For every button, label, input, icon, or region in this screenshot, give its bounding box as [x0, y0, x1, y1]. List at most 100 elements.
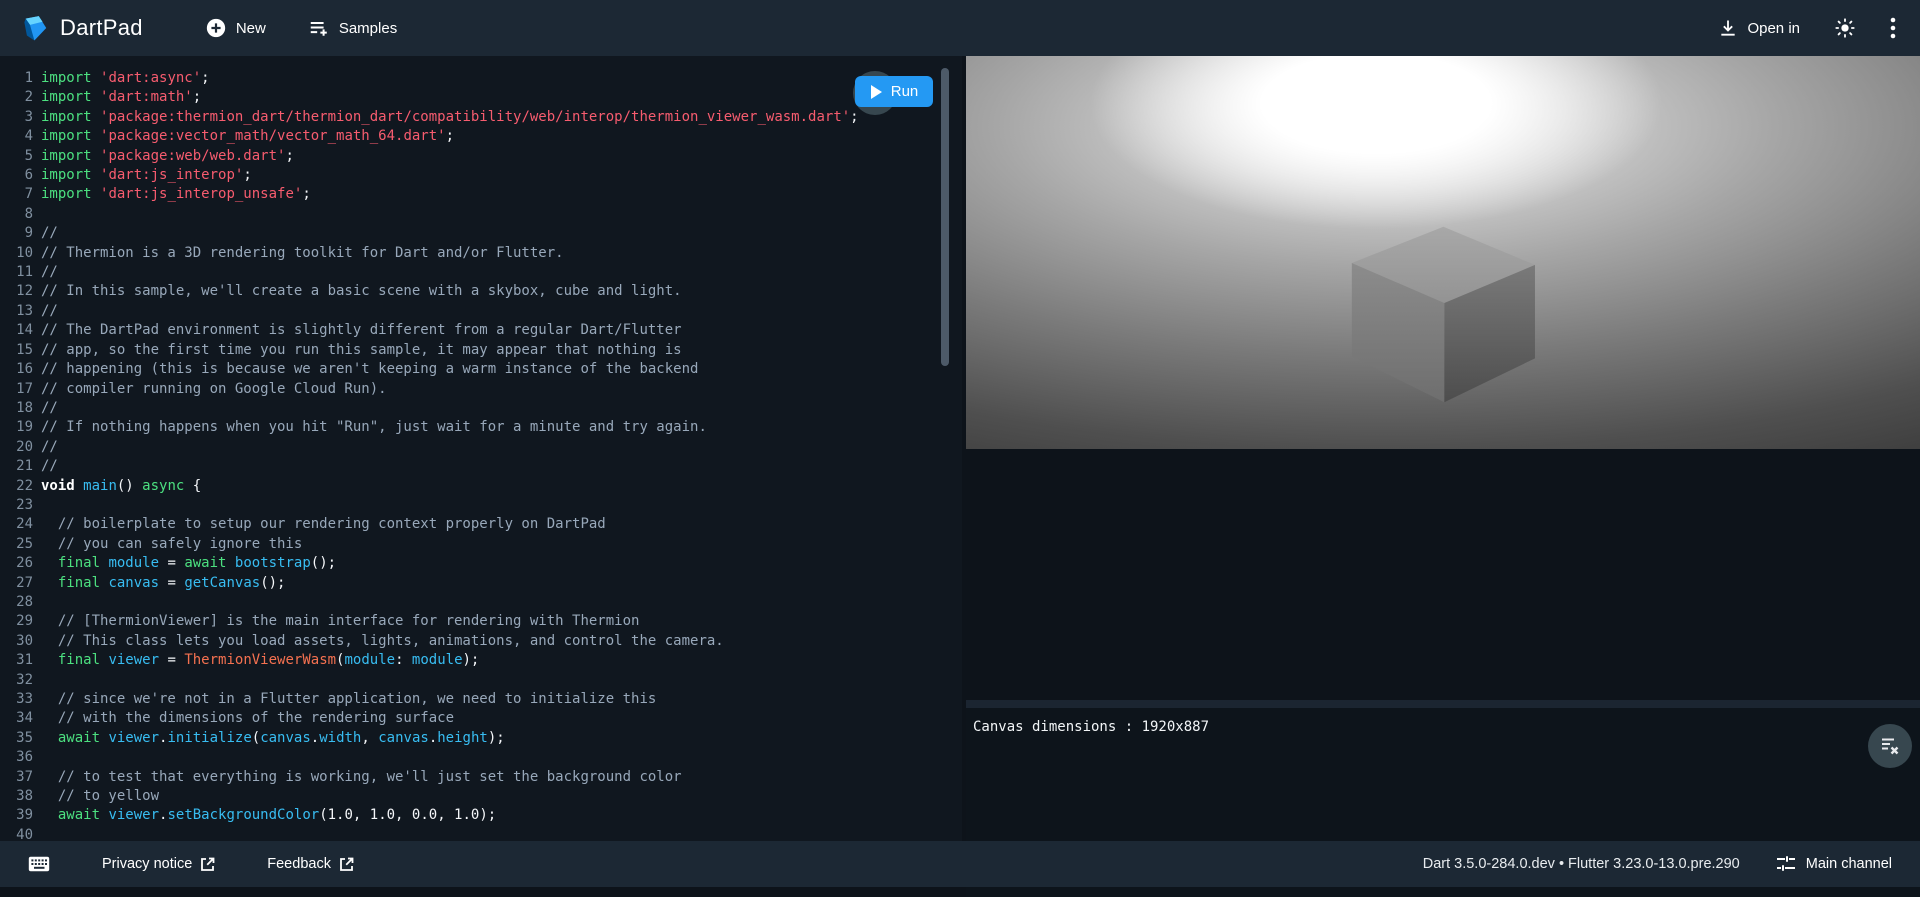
code-line: 40: [0, 826, 962, 841]
line-number: 29: [0, 612, 33, 631]
line-number: 11: [0, 263, 33, 282]
open-in-new-icon: [339, 857, 354, 872]
line-number: 3: [0, 108, 33, 127]
line-number: 18: [0, 399, 33, 418]
brightness-sun-icon: [1834, 17, 1856, 39]
code-editor[interactable]: 1import 'dart:async';2import 'dart:math'…: [0, 56, 962, 841]
line-number: 12: [0, 282, 33, 301]
code-line: 19// If nothing happens when you hit "Ru…: [0, 418, 962, 437]
line-number: 27: [0, 574, 33, 593]
new-button[interactable]: New: [205, 17, 266, 39]
keyboard-shortcuts-button[interactable]: [28, 856, 50, 872]
code-line: 36: [0, 748, 962, 767]
line-number: 6: [0, 166, 33, 185]
open-in-button[interactable]: Open in: [1718, 18, 1800, 38]
editor-scrollbar-thumb[interactable]: [941, 68, 949, 366]
channel-label: Main channel: [1806, 856, 1892, 872]
code-line: 34 // with the dimensions of the renderi…: [0, 709, 962, 728]
samples-button-label: Samples: [339, 20, 397, 37]
code-editor-pane[interactable]: 1import 'dart:async';2import 'dart:math'…: [0, 56, 962, 841]
line-number: 13: [0, 302, 33, 321]
clear-console-button[interactable]: [1868, 724, 1912, 768]
line-number: 36: [0, 748, 33, 767]
code-line: 25 // you can safely ignore this: [0, 535, 962, 554]
code-line: 7import 'dart:js_interop_unsafe';: [0, 185, 962, 204]
code-line: 23: [0, 496, 962, 515]
code-line: 21//: [0, 457, 962, 476]
code-line: 2import 'dart:math';: [0, 88, 962, 107]
line-number: 40: [0, 826, 33, 841]
code-line: 18//: [0, 399, 962, 418]
line-number: 2: [0, 88, 33, 107]
line-number: 39: [0, 806, 33, 825]
line-number: 17: [0, 380, 33, 399]
line-number: 4: [0, 127, 33, 146]
code-line: 1import 'dart:async';: [0, 69, 962, 88]
dartpad-logo-icon: [20, 13, 50, 43]
open-in-label: Open in: [1747, 20, 1800, 37]
code-line: 14// The DartPad environment is slightly…: [0, 321, 962, 340]
feedback-label: Feedback: [267, 856, 331, 872]
code-line: 38 // to yellow: [0, 787, 962, 806]
code-line: 39 await viewer.setBackgroundColor(1.0, …: [0, 806, 962, 825]
open-in-new-icon: [200, 857, 215, 872]
line-number: 30: [0, 632, 33, 651]
render-canvas: [966, 56, 1920, 449]
theme-toggle-button[interactable]: [1834, 17, 1856, 39]
code-line: 29 // [ThermionViewer] is the main inter…: [0, 612, 962, 631]
line-number: 38: [0, 787, 33, 806]
overflow-menu-button[interactable]: [1890, 17, 1896, 39]
code-line: 26 final module = await bootstrap();: [0, 554, 962, 573]
line-number: 22: [0, 477, 33, 496]
play-icon: [870, 85, 882, 99]
line-number: 8: [0, 205, 33, 224]
new-button-label: New: [236, 20, 266, 37]
run-button[interactable]: Run: [855, 76, 933, 107]
privacy-notice-link[interactable]: Privacy notice: [102, 856, 215, 872]
privacy-notice-label: Privacy notice: [102, 856, 192, 872]
line-number: 21: [0, 457, 33, 476]
line-number: 28: [0, 593, 33, 612]
code-line: 16// happening (this is because we aren'…: [0, 360, 962, 379]
run-button-label: Run: [891, 83, 919, 100]
code-line: 20//: [0, 438, 962, 457]
code-line: 6import 'dart:js_interop';: [0, 166, 962, 185]
line-number: 25: [0, 535, 33, 554]
line-number: 32: [0, 671, 33, 690]
output-console-divider: [966, 700, 1920, 708]
line-number: 34: [0, 709, 33, 728]
kebab-menu-icon: [1890, 17, 1896, 39]
code-line: 22void main() async {: [0, 477, 962, 496]
channel-selector-button[interactable]: Main channel: [1776, 855, 1892, 873]
status-bar: Privacy notice Feedback Dart 3.5.0-284.0…: [0, 841, 1920, 887]
code-line: 17// compiler running on Google Cloud Ru…: [0, 380, 962, 399]
code-line: 30 // This class lets you load assets, l…: [0, 632, 962, 651]
feedback-link[interactable]: Feedback: [267, 856, 354, 872]
line-number: 16: [0, 360, 33, 379]
line-number: 37: [0, 768, 33, 787]
line-number: 7: [0, 185, 33, 204]
code-line: 4import 'package:vector_math/vector_math…: [0, 127, 962, 146]
line-number: 10: [0, 244, 33, 263]
line-number: 15: [0, 341, 33, 360]
code-line: 37 // to test that everything is working…: [0, 768, 962, 787]
samples-button[interactable]: Samples: [308, 17, 397, 39]
code-line: 28: [0, 593, 962, 612]
clear-console-icon: [1880, 737, 1900, 755]
code-line: 32: [0, 671, 962, 690]
app-header: DartPad New Samples Open in: [0, 0, 1920, 56]
code-line: 9//: [0, 224, 962, 243]
code-line: 15// app, so the first time you run this…: [0, 341, 962, 360]
line-number: 31: [0, 651, 33, 670]
code-line: 13//: [0, 302, 962, 321]
code-line: 33 // since we're not in a Flutter appli…: [0, 690, 962, 709]
code-line: 11//: [0, 263, 962, 282]
sdk-version-text: Dart 3.5.0-284.0.dev • Flutter 3.23.0-13…: [1423, 856, 1740, 872]
line-number: 33: [0, 690, 33, 709]
line-number: 5: [0, 147, 33, 166]
rendered-cube: [1348, 221, 1539, 408]
line-number: 35: [0, 729, 33, 748]
line-number: 19: [0, 418, 33, 437]
download-icon: [1718, 18, 1738, 38]
code-line: 3import 'package:thermion_dart/thermion_…: [0, 108, 962, 127]
